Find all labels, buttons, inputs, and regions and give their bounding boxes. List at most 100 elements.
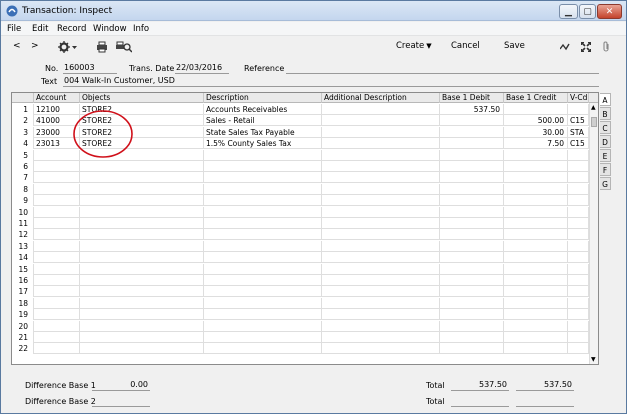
table-cell-vcd[interactable]: [568, 263, 589, 275]
scroll-up-icon[interactable]: ▲: [591, 104, 596, 111]
table-cell-debit[interactable]: [440, 320, 504, 332]
menu-edit[interactable]: Edit: [32, 24, 48, 34]
table-cell-additional[interactable]: [322, 138, 440, 150]
table-cell-description[interactable]: [204, 320, 322, 332]
table-cell-credit[interactable]: [504, 263, 568, 275]
activity-icon[interactable]: [560, 42, 570, 52]
table-cell-debit[interactable]: [440, 126, 504, 138]
column-header[interactable]: V-Cd: [568, 93, 589, 103]
tab-e[interactable]: E: [600, 149, 611, 162]
table-cell-vcd[interactable]: [568, 161, 589, 172]
table-cell-account[interactable]: [34, 206, 80, 218]
table-cell-additional[interactable]: [322, 297, 440, 309]
table-cell-additional[interactable]: [322, 309, 440, 321]
table-cell-additional[interactable]: [322, 195, 440, 207]
table-cell-additional[interactable]: [322, 229, 440, 241]
table-cell-account[interactable]: [34, 183, 80, 195]
table-cell-debit[interactable]: [440, 218, 504, 229]
table-cell-credit[interactable]: [504, 172, 568, 184]
text-field[interactable]: 004 Walk-In Customer, USD: [63, 76, 599, 87]
column-header[interactable]: Base 1 Credit: [504, 93, 568, 103]
table-row[interactable]: 7: [12, 172, 589, 184]
table-row[interactable]: 17: [12, 286, 589, 298]
table-cell-vcd[interactable]: [568, 195, 589, 207]
column-header[interactable]: Objects: [80, 93, 204, 103]
table-cell-vcd[interactable]: [568, 309, 589, 321]
table-cell-credit[interactable]: [504, 161, 568, 172]
table-cell-credit[interactable]: 30.00: [504, 126, 568, 138]
table-cell-account[interactable]: [34, 309, 80, 321]
table-cell-description[interactable]: 1.5% County Sales Tax: [204, 138, 322, 150]
column-header[interactable]: Base 1 Debit: [440, 93, 504, 103]
table-cell-objects[interactable]: [80, 240, 204, 252]
table-cell-additional[interactable]: [322, 263, 440, 275]
attachment-icon[interactable]: [601, 41, 611, 53]
table-cell-description[interactable]: [204, 297, 322, 309]
table-cell-account[interactable]: [34, 332, 80, 343]
table-cell-objects[interactable]: [80, 161, 204, 172]
table-cell-objects[interactable]: [80, 252, 204, 264]
tab-a[interactable]: A: [600, 93, 611, 106]
table-cell-description[interactable]: [204, 172, 322, 184]
table-cell-debit[interactable]: [440, 275, 504, 286]
table-cell-vcd[interactable]: [568, 320, 589, 332]
table-cell-account[interactable]: [34, 343, 80, 355]
table-cell-account[interactable]: [34, 229, 80, 241]
table-cell-description[interactable]: State Sales Tax Payable: [204, 126, 322, 138]
table-cell-description[interactable]: [204, 195, 322, 207]
scroll-thumb[interactable]: [591, 117, 597, 127]
table-cell-account[interactable]: [34, 252, 80, 264]
table-cell-vcd[interactable]: [568, 332, 589, 343]
table-cell-account[interactable]: [34, 195, 80, 207]
vertical-scrollbar[interactable]: ▲ ▼: [589, 103, 598, 364]
column-header[interactable]: Additional Description: [322, 93, 440, 103]
table-cell-vcd[interactable]: [568, 343, 589, 355]
table-cell-vcd[interactable]: C15: [568, 115, 589, 127]
table-cell-objects[interactable]: [80, 286, 204, 298]
table-cell-objects[interactable]: [80, 218, 204, 229]
table-row[interactable]: 18: [12, 297, 589, 309]
table-cell-debit[interactable]: [440, 252, 504, 264]
no-field[interactable]: 160003: [63, 63, 117, 74]
table-cell-description[interactable]: [204, 332, 322, 343]
table-cell-account[interactable]: [34, 161, 80, 172]
next-record-icon[interactable]: >: [31, 41, 39, 51]
expand-icon[interactable]: [581, 42, 591, 52]
table-cell-additional[interactable]: [322, 320, 440, 332]
table-cell-description[interactable]: [204, 252, 322, 264]
table-cell-debit[interactable]: [440, 161, 504, 172]
table-cell-objects[interactable]: [80, 183, 204, 195]
table-cell-account[interactable]: [34, 286, 80, 298]
table-cell-credit[interactable]: [504, 343, 568, 355]
table-cell-objects[interactable]: [80, 332, 204, 343]
create-button[interactable]: Create ▼: [396, 41, 432, 51]
table-cell-description[interactable]: Accounts Receivables: [204, 104, 322, 115]
table-row[interactable]: 10: [12, 206, 589, 218]
table-row[interactable]: 12: [12, 229, 589, 241]
table-cell-vcd[interactable]: [568, 218, 589, 229]
menu-record[interactable]: Record: [57, 24, 86, 34]
table-cell-vcd[interactable]: [568, 240, 589, 252]
table-cell-credit[interactable]: [504, 240, 568, 252]
table-cell-debit[interactable]: [440, 183, 504, 195]
table-cell-debit[interactable]: [440, 263, 504, 275]
table-cell-description[interactable]: [204, 149, 322, 161]
table-cell-credit[interactable]: [504, 320, 568, 332]
table-row[interactable]: 13: [12, 240, 589, 252]
table-cell-description[interactable]: [204, 263, 322, 275]
save-button[interactable]: Save: [504, 41, 525, 51]
table-cell-account[interactable]: [34, 297, 80, 309]
table-cell-credit[interactable]: [504, 149, 568, 161]
table-cell-objects[interactable]: [80, 309, 204, 321]
table-cell-objects[interactable]: [80, 275, 204, 286]
table-cell-credit[interactable]: [504, 297, 568, 309]
print-preview-icon[interactable]: [116, 41, 132, 53]
table-cell-description[interactable]: [204, 240, 322, 252]
table-cell-debit[interactable]: [440, 172, 504, 184]
table-cell-debit[interactable]: 537.50: [440, 104, 504, 115]
table-row[interactable]: 16: [12, 275, 589, 286]
table-row[interactable]: 19: [12, 309, 589, 321]
table-cell-debit[interactable]: [440, 149, 504, 161]
table-row[interactable]: 11: [12, 218, 589, 229]
table-cell-debit[interactable]: [440, 240, 504, 252]
